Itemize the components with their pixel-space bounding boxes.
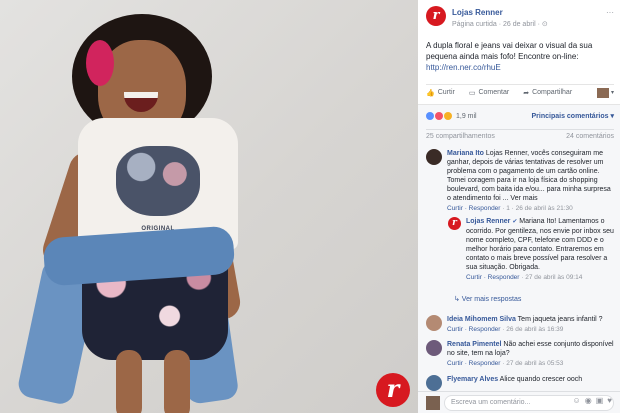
comment-timestamp: · 27 de abril às 05:53 — [500, 360, 564, 367]
photo-leg-left — [116, 350, 142, 413]
comment-text: Alice quando crescer ooch — [498, 376, 583, 383]
comment-icon: ▭ — [468, 89, 476, 97]
post-meta: Página curtida · 26 de abril · ⊙ — [452, 21, 548, 28]
comment-body: Mariana Ito Lojas Renner, vocês consegui… — [447, 149, 614, 213]
page-reply-avatar[interactable]: r — [448, 217, 461, 230]
photo-leg-right — [164, 350, 190, 413]
avatar[interactable] — [426, 149, 442, 165]
comment-input-placeholder: Escreva um comentário... — [451, 399, 531, 406]
page-name-link[interactable]: Lojas Renner — [452, 8, 503, 17]
comment-composer: Escreva um comentário... ☺ ◉ ▣ ♥ — [418, 391, 620, 413]
emoji-icon[interactable]: ☺ — [573, 396, 581, 405]
post-header: r Lojas Renner Página curtida · 26 de ab… — [426, 6, 614, 32]
comment-actions[interactable]: Curtir · Responder — [447, 205, 500, 212]
post-text: A dupla floral e jeans vai deixar o visu… — [426, 40, 612, 73]
wow-reaction-icon — [444, 112, 452, 120]
reactions-count[interactable]: 1,9 mil — [456, 113, 477, 120]
comment-button[interactable]: ▭ Comentar — [469, 89, 509, 97]
comment-content: Flyemary Alves Alice quando crescer ooch — [447, 375, 614, 384]
reply-text: Mariana Ito! Lamentamos o ocorrido. Por … — [466, 218, 614, 271]
post-panel: r Lojas Renner Página curtida · 26 de ab… — [418, 0, 620, 413]
comment-timestamp: · 26 de abril às 16:39 — [500, 326, 564, 333]
commenter-name[interactable]: Mariana Ito — [447, 150, 484, 157]
reply-timestamp: · 27 de abril às 09:14 — [519, 274, 583, 281]
comment-timestamp: · 1 · 26 de abril às 21:30 — [500, 205, 573, 212]
composer-avatar — [426, 396, 440, 410]
comment-actions[interactable]: Curtir · Responder — [447, 326, 500, 333]
comment-body: Ideia Mihomem Silva Tem jaqueta jeans in… — [447, 315, 614, 334]
engagement-section: 1,9 mil Principais comentários ▾ 25 comp… — [418, 104, 620, 413]
commenter-name[interactable]: Renata Pimentel — [447, 341, 501, 348]
comment-meta: Curtir · Responder · 1 · 26 de abril às … — [447, 204, 614, 213]
love-reaction-icon — [435, 112, 443, 120]
like-button[interactable]: 👍 Curtir — [426, 89, 455, 97]
reply-actions[interactable]: Curtir · Responder — [466, 274, 519, 281]
share-button[interactable]: ➦ Compartilhar — [523, 89, 572, 97]
post-link[interactable]: http://ren.ner.co/rhuE — [426, 63, 501, 72]
comment-text: Tem jaqueta jeans infantil ? — [515, 316, 603, 323]
actor-avatar[interactable] — [596, 87, 609, 98]
shares-count[interactable]: 25 compartilhamentos — [426, 133, 495, 141]
sticker-icon[interactable]: ♥ — [607, 396, 612, 405]
composer-icons: ☺ ◉ ▣ ♥ — [569, 396, 612, 405]
chevron-down-icon[interactable]: ▾ — [611, 89, 614, 96]
comment-actions[interactable]: Curtir · Responder — [447, 360, 500, 367]
comment-content: Mariana Ito Lojas Renner, vocês consegui… — [447, 149, 614, 203]
reply-body: Lojas Renner ✔ Mariana Ito! Lamentamos o… — [466, 217, 614, 282]
comment-text: Lojas Renner, vocês conseguiram me ganha… — [447, 150, 611, 202]
avatar[interactable] — [426, 375, 442, 391]
reply-meta: Curtir · Responder · 27 de abril às 09:1… — [466, 273, 614, 282]
reactions-row: 1,9 mil Principais comentários ▾ — [426, 110, 614, 122]
gif-icon[interactable]: ▣ — [596, 396, 604, 405]
comment-label: Comentar — [478, 89, 510, 96]
comment-meta: Curtir · Responder · 27 de abril às 05:5… — [447, 359, 614, 368]
photo-shirt-print — [116, 146, 200, 216]
share-count-row: 25 compartilhamentos 24 comentários — [426, 129, 614, 141]
comment-body: Flyemary Alves Alice quando crescer ooch — [447, 375, 614, 384]
commenter-name[interactable]: Ideia Mihomem Silva — [447, 316, 516, 323]
post-actions: 👍 Curtir ▭ Comentar ➦ Compartilhar ▾ — [426, 84, 614, 98]
comment-meta: Curtir · Responder · 26 de abril às 16:3… — [447, 325, 614, 334]
like-label: Curtir — [437, 89, 455, 96]
view-more-replies-link[interactable]: ↳ Ver mais respostas — [454, 295, 521, 303]
comment-body: Renata Pimentel Não achei esse conjunto … — [447, 340, 614, 368]
comment-sort-dropdown[interactable]: Principais comentários ▾ — [532, 112, 615, 120]
camera-icon[interactable]: ◉ — [585, 396, 592, 405]
renner-logo-watermark: r — [376, 373, 410, 407]
more-options-icon[interactable]: ··· — [606, 8, 614, 17]
comment-content: Ideia Mihomem Silva Tem jaqueta jeans in… — [447, 315, 614, 324]
share-icon: ➦ — [523, 89, 530, 97]
photo-flower-accessory — [86, 40, 114, 86]
comments-count[interactable]: 24 comentários — [566, 133, 614, 141]
reply-content: Lojas Renner ✔ Mariana Ito! Lamentamos o… — [466, 217, 614, 272]
thumbs-up-icon: 👍 — [426, 89, 435, 97]
post-text-body: A dupla floral e jeans vai deixar o visu… — [426, 41, 593, 61]
post-photo[interactable]: ORIGINAL MICKEY r — [0, 0, 418, 413]
avatar[interactable] — [426, 340, 442, 356]
avatar[interactable] — [426, 315, 442, 331]
reply-author-name[interactable]: Lojas Renner — [466, 218, 510, 225]
like-reaction-icon — [426, 112, 434, 120]
page-avatar[interactable]: r — [426, 6, 446, 26]
commenter-name[interactable]: Flyemary Alves — [447, 376, 498, 383]
share-label: Compartilhar — [532, 89, 573, 96]
comment-content: Renata Pimentel Não achei esse conjunto … — [447, 340, 614, 358]
